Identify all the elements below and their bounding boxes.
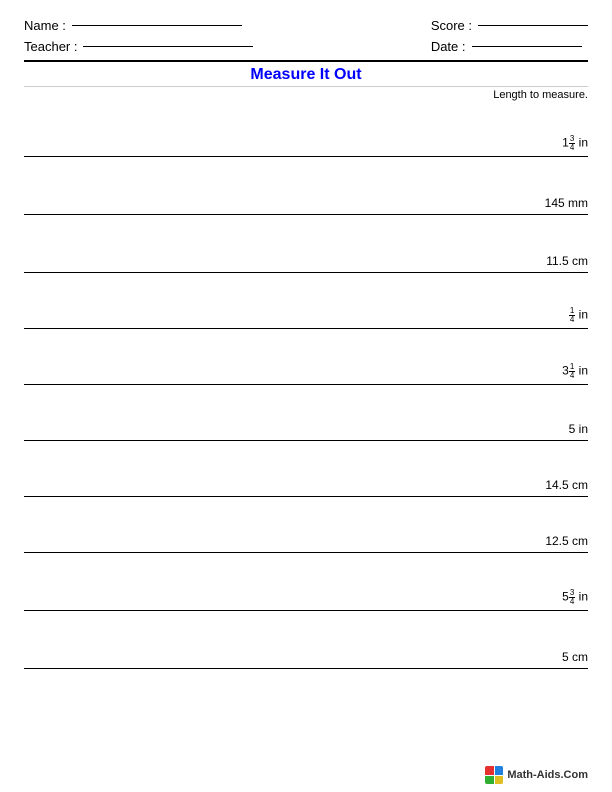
worksheet-title: Measure It Out (250, 66, 361, 83)
measure-value: 5 cm (562, 651, 588, 664)
score-line (478, 25, 588, 26)
logo-q1 (485, 766, 494, 775)
logo-q3 (485, 776, 494, 785)
measure-row: 5 in (24, 385, 588, 441)
teacher-row: Teacher : (24, 39, 253, 54)
measure-row: 14.5 cm (24, 441, 588, 497)
logo-q2 (495, 766, 504, 775)
name-label: Name : (24, 18, 66, 33)
measure-value: 134 in (562, 135, 588, 152)
measure-row: 314 in (24, 329, 588, 385)
teacher-line (83, 46, 253, 47)
site-logo (485, 766, 503, 784)
measure-value: 14 in (569, 307, 588, 324)
name-line (72, 25, 242, 26)
measure-rows: 134 in 145 mm 11.5 cm 14 in 314 in (24, 101, 588, 669)
footer: Math-Aids.Com (485, 766, 588, 784)
title-section: Measure It Out (24, 60, 588, 87)
measure-row: 134 in (24, 101, 588, 157)
date-line (472, 46, 582, 47)
measure-value: 14.5 cm (545, 479, 588, 492)
teacher-label: Teacher : (24, 39, 77, 54)
score-label: Score : (431, 18, 472, 33)
measure-value: 145 mm (545, 197, 588, 210)
measure-row: 11.5 cm (24, 215, 588, 273)
measure-value: 5 in (569, 423, 588, 436)
header-left: Name : Teacher : (24, 18, 253, 54)
date-row: Date : (431, 39, 588, 54)
measure-value: 11.5 cm (546, 255, 588, 268)
measure-row: 14 in (24, 273, 588, 329)
measure-row: 534 in (24, 553, 588, 611)
measure-value: 12.5 cm (545, 535, 588, 548)
name-row: Name : (24, 18, 253, 33)
measure-value: 534 in (562, 589, 588, 606)
measure-row: 12.5 cm (24, 497, 588, 553)
header: Name : Teacher : Score : Date : (24, 18, 588, 54)
measure-row: 5 cm (24, 611, 588, 669)
measure-value: 314 in (562, 363, 588, 380)
date-label: Date : (431, 39, 466, 54)
logo-q4 (495, 776, 504, 785)
worksheet-page: Name : Teacher : Score : Date : Measure … (0, 0, 612, 792)
length-label: Length to measure. (24, 89, 588, 101)
score-row: Score : (431, 18, 588, 33)
header-right: Score : Date : (431, 18, 588, 54)
measure-row: 145 mm (24, 157, 588, 215)
footer-site-name: Math-Aids.Com (507, 769, 588, 781)
